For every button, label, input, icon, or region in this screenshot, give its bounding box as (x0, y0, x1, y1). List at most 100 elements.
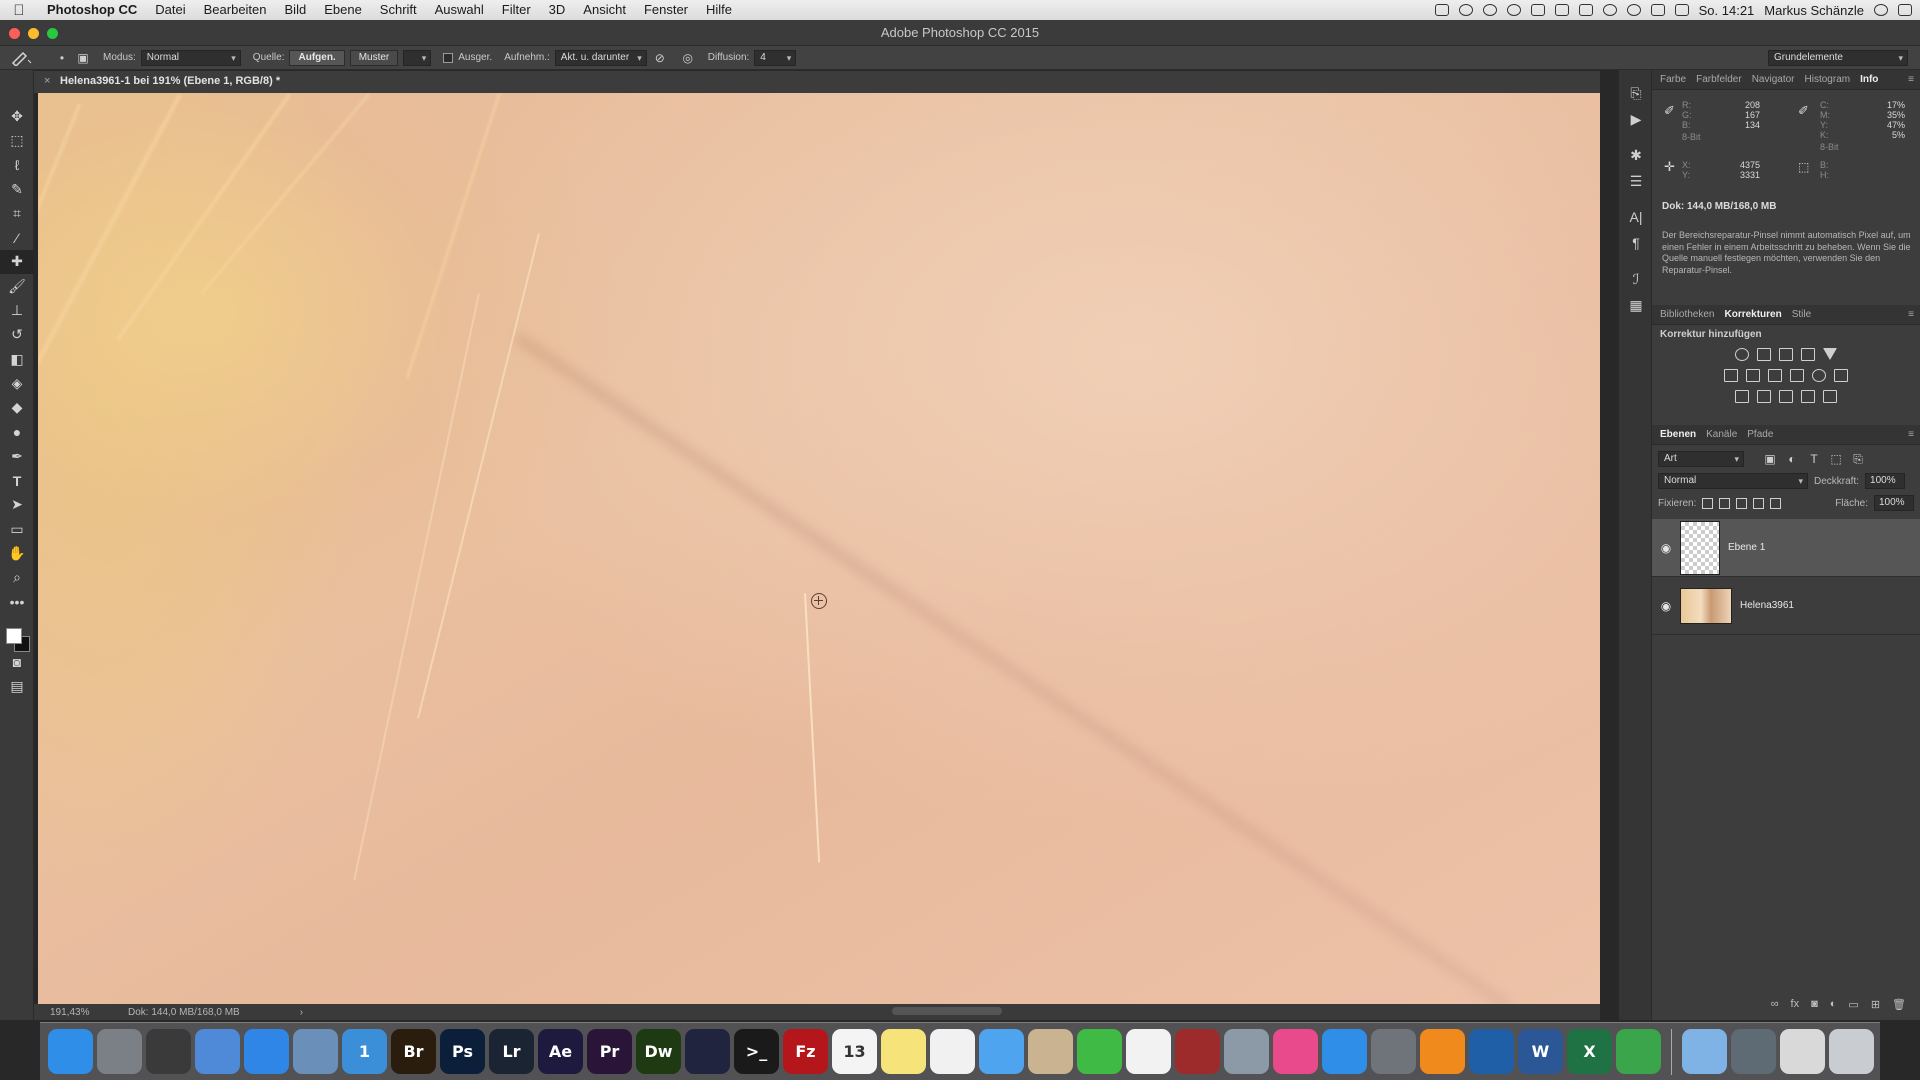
selective-color-icon[interactable] (1801, 390, 1815, 403)
close-tab-icon[interactable]: × (44, 75, 50, 87)
tab-navigator[interactable]: Navigator (1752, 74, 1795, 85)
clone-stamp-tool-icon[interactable]: ⊥ (0, 298, 34, 322)
volume-icon[interactable] (1674, 4, 1689, 16)
history-panel-icon[interactable]: ⎘ (1619, 80, 1653, 106)
image-canvas[interactable] (38, 93, 1600, 1004)
tab-ebenen[interactable]: Ebenen (1660, 429, 1696, 440)
brush-tool-icon[interactable]: 🖌 (0, 274, 34, 298)
brush-presets-icon[interactable]: ✱ (1619, 142, 1653, 168)
system-preferences-icon[interactable] (1371, 1029, 1416, 1074)
workspace-select[interactable]: Grundelemente (1768, 50, 1908, 66)
opacity-input[interactable]: 100% (1865, 473, 1906, 489)
modus-select[interactable]: Normal (140, 49, 241, 66)
tab-histogram[interactable]: Histogram (1805, 74, 1851, 85)
menu-3d[interactable]: 3D (540, 0, 575, 20)
rectangle-tool-icon[interactable]: ▭ (0, 517, 34, 541)
menu-fenster[interactable]: Fenster (635, 0, 697, 20)
pen-tool-icon[interactable]: ✒ (0, 444, 34, 468)
hand-tool-icon[interactable]: ✋ (0, 541, 34, 565)
eyedropper-tool-icon[interactable]: ⁄ (0, 225, 34, 249)
excel-icon[interactable]: X (1567, 1029, 1612, 1074)
menu-datei[interactable]: Datei (146, 0, 194, 20)
preview-icon[interactable] (195, 1029, 240, 1074)
after-effects-icon[interactable]: Ae (538, 1029, 583, 1074)
menu-ansicht[interactable]: Ansicht (574, 0, 635, 20)
dodge-tool-icon[interactable]: ● (0, 420, 34, 444)
tab-pfade[interactable]: Pfade (1747, 429, 1773, 440)
paragraph-panel-icon[interactable]: ¶ (1619, 230, 1653, 256)
add-mask-icon[interactable]: ◙ (1811, 998, 1818, 1016)
photoshop-icon[interactable]: Ps (440, 1029, 485, 1074)
channel-mixer-icon[interactable] (1812, 369, 1826, 382)
layer-filter-select[interactable]: Art (1658, 451, 1744, 467)
tab-farbfelder[interactable]: Farbfelder (1696, 74, 1742, 85)
aufgenommen-button[interactable]: Aufgen. (289, 49, 345, 66)
eyedropper-icon[interactable]: ✐ (1664, 104, 1675, 117)
path-selection-tool-icon[interactable]: ➤ (0, 493, 34, 517)
color-lookup-icon[interactable] (1834, 369, 1848, 382)
lock-transparency-icon[interactable] (1702, 497, 1714, 509)
evernote-icon[interactable] (1616, 1029, 1661, 1074)
mail-icon[interactable] (293, 1029, 338, 1074)
lightroom-icon[interactable]: Lr (489, 1029, 534, 1074)
messages-icon[interactable] (979, 1029, 1024, 1074)
lasso-tool-icon[interactable]: ℓ (0, 153, 34, 177)
zoom-tool-icon[interactable]: ⌕ (0, 566, 34, 590)
launchpad-icon[interactable] (97, 1029, 142, 1074)
menubar-user[interactable]: Markus Schänzle (1764, 3, 1864, 18)
link-layers-icon[interactable]: ∞ (1771, 998, 1779, 1016)
panel-menu-icon[interactable]: ≡ (1908, 429, 1914, 440)
display-icon[interactable] (1554, 4, 1569, 16)
menu-bild[interactable]: Bild (276, 0, 316, 20)
media-encoder-icon[interactable] (685, 1029, 730, 1074)
healing-brush-tool-icon[interactable]: ✚ (0, 249, 34, 275)
blur-tool-icon[interactable]: ◆ (0, 396, 34, 420)
finder-icon[interactable] (48, 1029, 93, 1074)
filter-shape-icon[interactable]: ⬚ (1828, 451, 1844, 467)
contacts-icon[interactable] (1028, 1029, 1073, 1074)
actions-panel-icon[interactable]: ▶ (1619, 106, 1653, 132)
layer-name[interactable]: Helena3961 (1740, 600, 1794, 611)
character-panel-icon[interactable]: A| (1619, 204, 1653, 230)
layer-row[interactable]: ◉ Helena3961 (1652, 577, 1920, 635)
applications-folder-icon[interactable] (1682, 1029, 1727, 1074)
reminders-icon[interactable] (930, 1029, 975, 1074)
tab-farbe[interactable]: Farbe (1660, 74, 1686, 85)
diffusion-select[interactable]: 4 (754, 49, 797, 66)
layer-style-icon[interactable]: fx (1791, 998, 1800, 1016)
ausgerichtet-checkbox[interactable] (443, 52, 454, 63)
muster-button[interactable]: Muster (349, 49, 399, 66)
levels-icon[interactable] (1757, 348, 1771, 361)
layer-name[interactable]: Ebene 1 (1728, 542, 1765, 553)
new-adjustment-icon[interactable]: ◐ (1830, 998, 1837, 1016)
glyphs-panel-icon[interactable]: ℐ (1619, 266, 1653, 292)
tab-bibliotheken[interactable]: Bibliotheken (1660, 309, 1714, 320)
lock-position-icon[interactable] (1736, 497, 1748, 509)
notes-icon[interactable] (881, 1029, 926, 1074)
photos-icon[interactable] (1126, 1029, 1171, 1074)
quick-mask-icon[interactable]: ◙ (0, 650, 34, 674)
tab-korrekturen[interactable]: Korrekturen (1724, 309, 1781, 320)
menu-filter[interactable]: Filter (493, 0, 540, 20)
black-white-icon[interactable] (1768, 369, 1782, 382)
ignore-adjustment-layers-icon[interactable]: ⊘ (652, 50, 668, 66)
color-balance-icon[interactable] (1746, 369, 1760, 382)
threshold-icon[interactable] (1779, 390, 1793, 403)
eye-status-icon[interactable] (1506, 4, 1521, 16)
notification-center-icon[interactable] (1898, 4, 1912, 16)
gradient-map-icon[interactable] (1823, 390, 1837, 403)
visibility-eye-icon[interactable]: ◉ (1652, 599, 1680, 613)
menubar-clock[interactable]: So. 14:21 (1699, 3, 1755, 18)
trash-icon[interactable] (1829, 1029, 1874, 1074)
documents-stack-icon[interactable] (1780, 1029, 1825, 1074)
brush-size-icon[interactable]: • (54, 50, 70, 66)
filter-type-icon[interactable]: T (1806, 451, 1822, 467)
tool-preset-picker[interactable] (0, 46, 42, 70)
wifi-icon[interactable] (1650, 4, 1665, 16)
pressure-size-icon[interactable]: ◎ (680, 50, 696, 66)
quick-selection-tool-icon[interactable]: ✎ (0, 177, 34, 201)
properties-panel-icon[interactable]: ▦ (1619, 292, 1653, 318)
bridge-icon[interactable]: Br (391, 1029, 436, 1074)
facetime-icon[interactable] (1077, 1029, 1122, 1074)
word-icon[interactable]: W (1518, 1029, 1563, 1074)
